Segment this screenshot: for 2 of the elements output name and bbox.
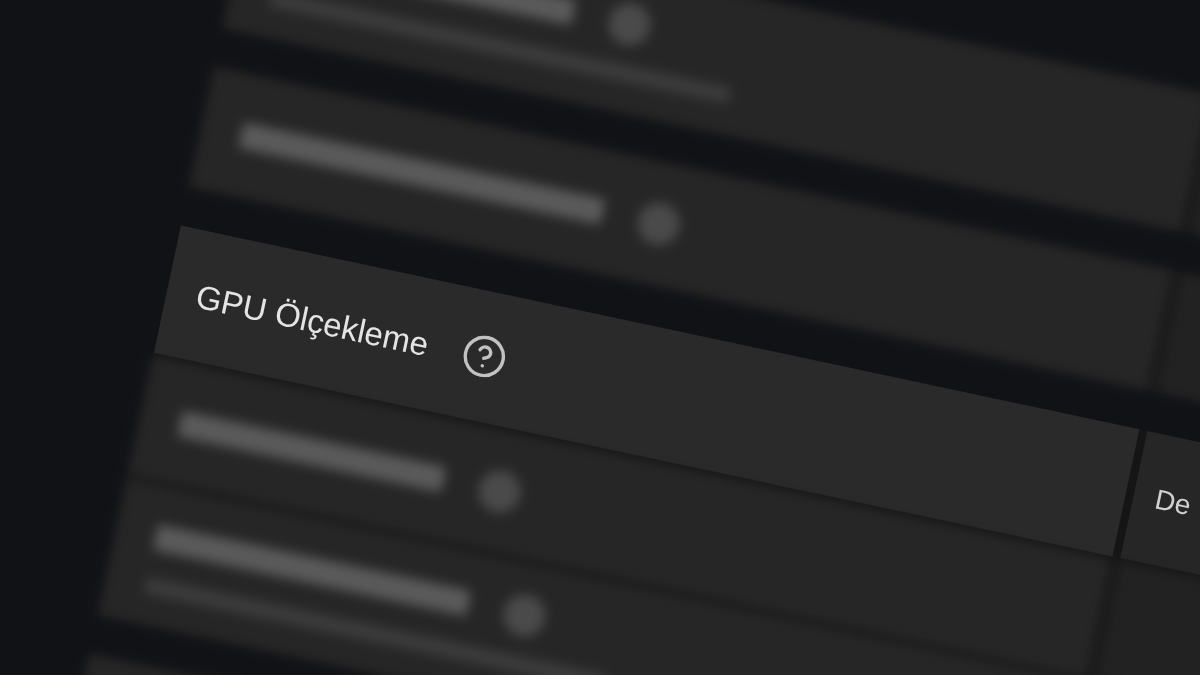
setting-value[interactable]: De xyxy=(1152,485,1194,521)
help-icon[interactable] xyxy=(462,335,505,378)
